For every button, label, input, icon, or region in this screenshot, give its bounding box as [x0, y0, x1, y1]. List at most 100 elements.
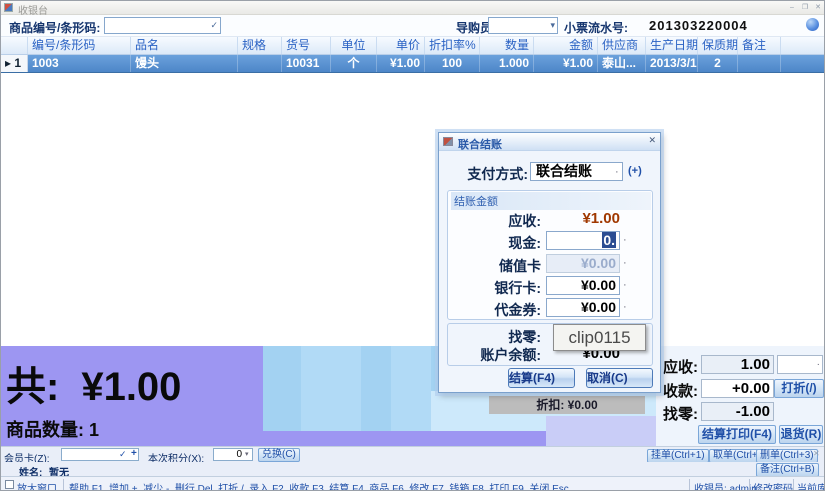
col-header-unit[interactable]: 单位 — [331, 37, 377, 54]
dropdown-icon[interactable]: · — [615, 166, 619, 178]
close-button[interactable]: ✕ — [812, 3, 824, 12]
col-header-supplier[interactable]: 供应商 — [598, 37, 646, 54]
title-bar: 收银台 – ❐ ✕ — [1, 1, 825, 15]
col-header-amount[interactable]: 金额 — [534, 37, 598, 54]
pos-window: 收银台 – ❐ ✕ 商品编号/条形码: ✓ 导购员: ▾ 小票流水号: 2013… — [0, 0, 825, 491]
divider — [689, 479, 690, 491]
cell-shelf-life[interactable]: 2 — [698, 55, 738, 72]
cell-code[interactable]: 1003 — [28, 55, 131, 72]
divider — [749, 479, 750, 491]
check-icon[interactable]: ✓ — [119, 449, 127, 460]
combo-arrow-icon[interactable]: ✓ — [210, 20, 218, 31]
dialog-receivable-label: 应收: — [508, 211, 541, 231]
col-header-remark[interactable]: 备注 — [738, 37, 781, 54]
col-header-shelf-life[interactable]: 保质期 — [698, 37, 738, 54]
change-label: 找零: — [663, 403, 703, 424]
cell-price[interactable]: ¥1.00 — [377, 55, 425, 72]
cell-spec[interactable] — [238, 55, 282, 72]
col-header-discount-rate[interactable]: 折扣率% — [425, 37, 480, 54]
table-row[interactable]: ▸ 1 1003 馒头 10031 个 ¥1.00 100 1.000 ¥1.0… — [1, 55, 825, 73]
discount-button[interactable]: 打折(/) — [774, 379, 824, 398]
exchange-button[interactable]: 兑换(C) — [258, 448, 300, 462]
divider — [793, 479, 794, 491]
discount-total-strip: 折扣: ¥0.00 — [489, 396, 645, 414]
stored-card-label: 储值卡 — [499, 256, 541, 276]
payment-panel: 应收: 1.00 · 收款: +0.00 打折(/) 找零: -1.00 结算打… — [656, 346, 825, 446]
cancel-button[interactable]: 取消(C) — [586, 368, 653, 388]
settlement-dialog: 联合结账 ✕ 支付方式: 联合结账 · (+) 结账金额 应收: ¥1.00 现… — [438, 132, 661, 393]
stored-card-field: ¥0.00 — [546, 254, 620, 273]
cell-artno[interactable]: 10031 — [282, 55, 331, 72]
payment-method-select[interactable]: 联合结账 — [530, 162, 623, 181]
hold-order-button[interactable]: 挂单(Ctrl+1) — [647, 449, 709, 463]
bank-card-label: 银行卡: — [494, 278, 541, 298]
dot-icon[interactable]: · — [623, 234, 627, 246]
barcode-label: 商品编号/条形码: — [9, 19, 100, 36]
dialog-title: 联合结账 — [458, 136, 502, 152]
row-number: 1 — [14, 56, 21, 70]
restore-button[interactable]: ❐ — [799, 3, 811, 12]
voucher-label: 代金券: — [494, 300, 541, 320]
delete-order-button[interactable]: 删单(Ctrl+3) — [756, 449, 818, 463]
dialog-receivable-value: ¥1.00 — [546, 210, 620, 227]
panel-stripe — [391, 346, 431, 431]
add-payment-button[interactable]: (+) — [628, 165, 642, 177]
col-header-name[interactable]: 品名 — [131, 37, 238, 54]
col-header-rownum — [1, 37, 28, 54]
current-stock: 当前库存:75 — [797, 480, 825, 491]
serial-value: 201303220004 — [649, 18, 748, 33]
cell-unit[interactable]: 个 — [331, 55, 377, 72]
group-title: 结账金额 — [451, 192, 651, 210]
cash-value: 0. — [602, 232, 616, 248]
settle-button[interactable]: 结算(F4) — [508, 368, 575, 388]
discount-label: 折扣: — [536, 398, 564, 412]
receivable-combo[interactable]: · — [777, 355, 823, 374]
settle-print-button[interactable]: 结算打印(F4) — [698, 425, 776, 444]
voucher-input[interactable]: ¥0.00 — [546, 298, 620, 317]
dialog-close-icon[interactable]: ✕ — [648, 135, 656, 146]
dialog-title-bar[interactable]: 联合结账 ✕ — [439, 133, 660, 151]
col-header-filler — [781, 37, 825, 54]
item-count-value: 1 — [89, 420, 99, 440]
plus-icon[interactable]: + — [131, 448, 137, 459]
received-input[interactable]: +0.00 — [701, 379, 774, 398]
minimize-button[interactable]: – — [786, 3, 798, 12]
dot-icon[interactable]: · — [623, 301, 627, 313]
serial-refresh-icon[interactable] — [806, 18, 819, 31]
bank-card-input[interactable]: ¥0.00 — [546, 276, 620, 295]
guide-input[interactable]: ▾ — [488, 17, 558, 34]
member-card-input[interactable] — [61, 448, 139, 461]
cell-name[interactable]: 馒头 — [131, 55, 238, 72]
small-close-icon[interactable]: ✕ — [813, 449, 820, 458]
zoom-window-label[interactable]: 放大窗口 — [17, 480, 57, 491]
dot-icon[interactable]: · — [623, 279, 627, 291]
return-button[interactable]: 退货(R) — [779, 425, 823, 444]
col-header-price[interactable]: 单价 — [377, 37, 425, 54]
total-label: 共: — [6, 365, 59, 409]
change-password-link[interactable]: 修改密码 — [753, 480, 793, 491]
points-dropdown-icon[interactable]: ▾ — [245, 450, 249, 458]
item-count-label: 商品数量: — [6, 420, 84, 440]
col-header-spec[interactable]: 规格 — [238, 37, 282, 54]
cash-input[interactable]: 0. — [546, 231, 620, 250]
col-header-code[interactable]: 编号/条形码 — [28, 37, 131, 54]
cell-amount[interactable]: ¥1.00 — [534, 55, 598, 72]
cell-prod-date[interactable]: 2013/3/1 — [646, 55, 698, 72]
note-button[interactable]: 备注(Ctrl+B) — [756, 463, 819, 477]
col-header-qty[interactable]: 数量 — [480, 37, 534, 54]
col-header-prod-date[interactable]: 生产日期 — [646, 37, 698, 54]
hotkey-help: 帮助 F1, 增加 +, 减少 -, 删行 Del, 打折 /, 录入 F2, … — [69, 480, 569, 491]
item-count: 商品数量: 1 — [6, 416, 99, 442]
dropdown-icon[interactable]: ▾ — [550, 20, 555, 31]
cell-supplier[interactable]: 泰山... — [598, 55, 646, 72]
cell-discount-rate[interactable]: 100 — [425, 55, 480, 72]
cell-remark[interactable] — [738, 55, 781, 72]
zoom-window-checkbox[interactable] — [5, 480, 14, 489]
cell-filler — [781, 55, 825, 72]
cell-qty[interactable]: 1.000 — [480, 55, 534, 72]
member-name-row: 姓名: 暂无 备注(Ctrl+B) — [1, 462, 825, 476]
dialog-change-label: 找零: — [508, 327, 541, 347]
barcode-input[interactable]: ✓ — [104, 17, 221, 34]
col-header-artno[interactable]: 货号 — [282, 37, 331, 54]
dot-icon[interactable]: · — [817, 359, 820, 370]
